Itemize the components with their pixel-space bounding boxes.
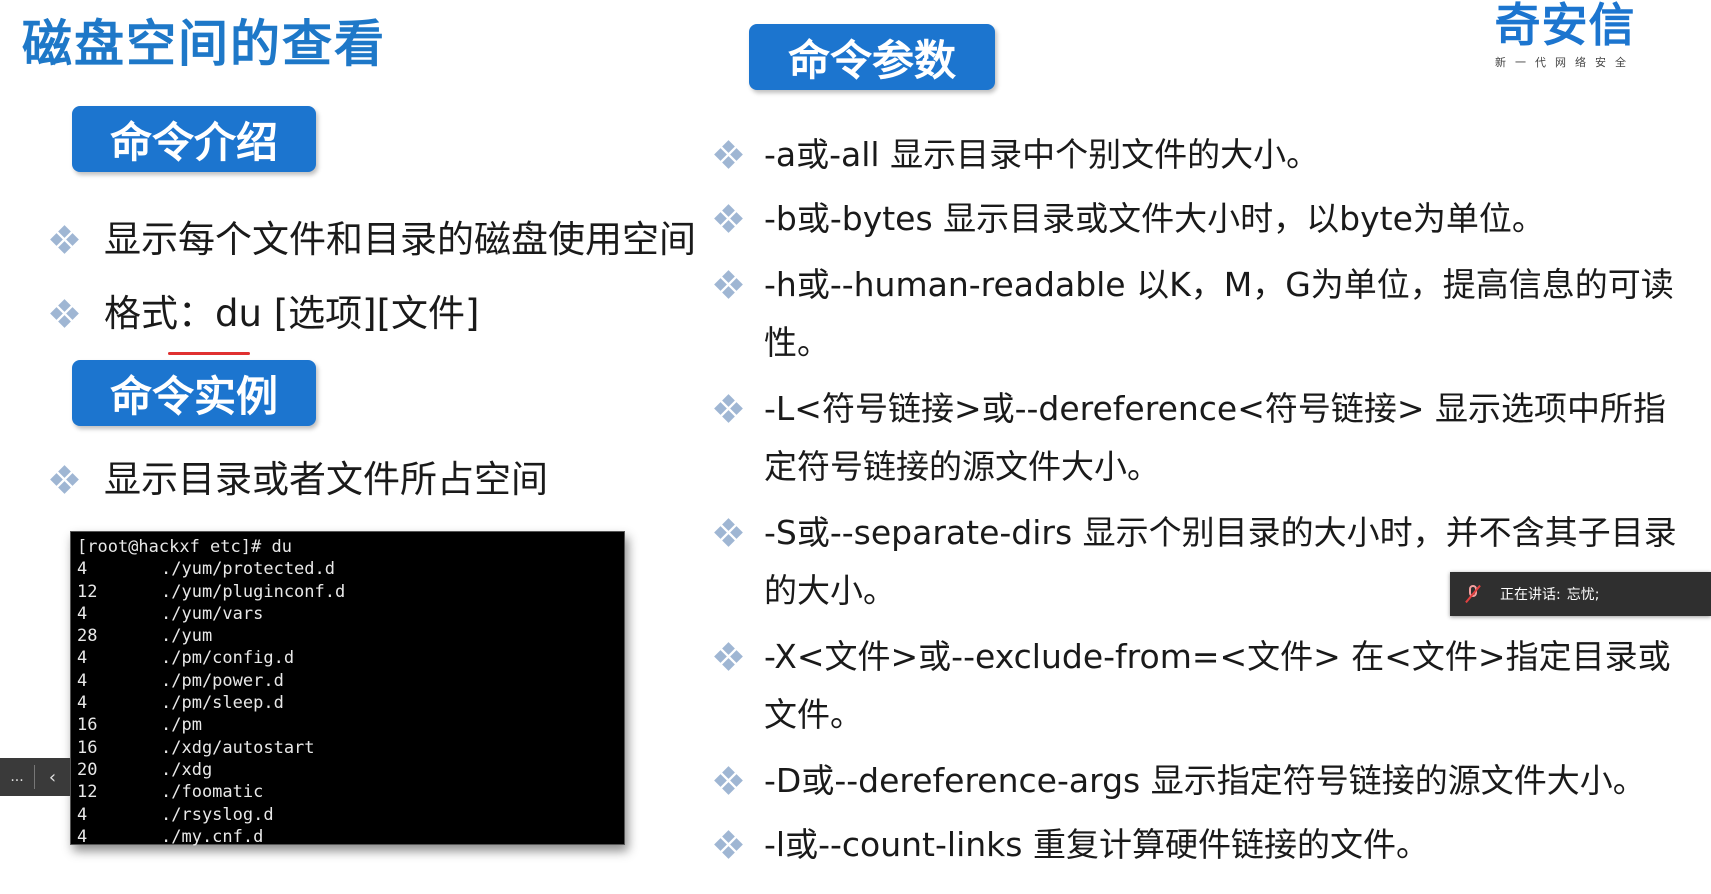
terminal-row: 4 ./pm/sleep.d: [77, 692, 618, 714]
terminal-row: 16 ./pm: [77, 714, 618, 736]
param-bullet-text: -X<文件>或--exclude-from=<文件> 在<文件>指定目录或文件。: [764, 637, 1671, 734]
terminal-prompt: [root@hackxf etc]# du: [77, 537, 292, 557]
page-title: 磁盘空间的查看: [22, 15, 386, 73]
terminal-row-path: ./yum/vars: [161, 603, 264, 624]
param-bullet: -a或-all 显示目录中个别文件的大小。: [714, 126, 1684, 184]
terminal-row-path: ./xdg: [161, 759, 213, 780]
param-bullet-text: -D或--dereference-args 显示指定符号链接的源文件大小。: [764, 761, 1646, 800]
speaking-label: 正在讲话:: [1500, 587, 1561, 603]
terminal-row-size: 16: [77, 715, 98, 736]
section-example-header: 命令实例: [72, 360, 316, 426]
logo-sub-text: 新一代网络安全: [1495, 56, 1635, 69]
terminal-row-size: 12: [77, 782, 98, 803]
terminal-row: 28 ./yum: [77, 625, 618, 647]
bullet-diamond-icon: [50, 225, 79, 254]
bullet-diamond-icon: [50, 299, 79, 328]
slide: 磁盘空间的查看 奇安信 新一代网络安全 命令介绍 显示每个文件和目录的磁盘使用空…: [0, 0, 1711, 894]
terminal-row: 4 ./yum/protected.d: [77, 558, 618, 580]
example-bullet-text: 显示目录或者文件所占空间: [104, 458, 548, 501]
terminal-output: 4 ./yum/protected.d 12 ./yum/pluginconf.d 4.…: [77, 558, 618, 848]
terminal-row-path: ./foomatic: [161, 782, 264, 803]
terminal-row-path: ./yum: [161, 626, 213, 647]
bullet-diamond-icon: [714, 270, 743, 299]
intro-bullet-text: 格式：du [选项][文件]: [104, 292, 480, 335]
speaker-name: 忘忧;: [1566, 587, 1600, 603]
terminal-row-size: 4: [77, 670, 88, 691]
param-bullet: -h或--human-readable 以K，M，G为单位，提高信息的可读性。: [714, 256, 1684, 372]
bullet-diamond-icon: [714, 642, 743, 671]
terminal-row: 12 ./foomatic: [77, 781, 618, 803]
terminal-row-size: 16: [77, 737, 98, 758]
terminal-row-size: 4: [77, 693, 88, 714]
terminal-row-size: 4: [77, 559, 88, 580]
bullet-diamond-icon: [714, 518, 743, 547]
intro-bullet-1: 显示每个文件和目录的磁盘使用空间: [50, 216, 696, 264]
terminal-row: 4 ./pm/config.d: [77, 647, 618, 669]
speaking-indicator: 正在讲话: 忘忧;: [1450, 572, 1711, 616]
terminal-row-size: 12: [77, 581, 98, 602]
chevron-left-icon[interactable]: ‹: [35, 767, 70, 788]
param-bullet-text: -h或--human-readable 以K，M，G为单位，提高信息的可读性。: [764, 265, 1674, 362]
bullet-diamond-icon: [714, 394, 743, 423]
bullet-diamond-icon: [50, 465, 79, 494]
terminal-row: 12 ./yum/pluginconf.d: [77, 581, 618, 603]
terminal-row-path: ./pm/power.d: [161, 670, 284, 691]
section-intro-header: 命令介绍: [72, 106, 316, 172]
param-bullet: -l或--count-links 重复计算硬件链接的文件。: [714, 816, 1684, 874]
bullet-diamond-icon: [714, 204, 743, 233]
red-underline-annotation: [168, 352, 250, 355]
logo-main-text: 奇安信: [1494, 0, 1636, 52]
terminal-row: 4 ./rsyslog.d: [77, 804, 618, 826]
param-bullet-text: -l或--count-links 重复计算硬件链接的文件。: [764, 825, 1429, 864]
bullet-diamond-icon: [714, 140, 743, 169]
muted-microphone-icon: [1464, 584, 1482, 604]
terminal-row-size: 4: [77, 648, 88, 669]
terminal-row: 16 ./xdg/autostart: [77, 737, 618, 759]
param-bullet-text: -b或-bytes 显示目录或文件大小时，以byte为单位。: [764, 199, 1545, 238]
terminal-row-path: ./my.cnf.d: [161, 826, 264, 847]
terminal-row: 20 ./xdg: [77, 759, 618, 781]
param-bullet: -L<符号链接>或--dereference<符号链接> 显示选项中所指定符号链…: [714, 380, 1684, 496]
intro-bullet-2: 格式：du [选项][文件]: [50, 290, 480, 338]
section-params-header: 命令参数: [749, 24, 995, 90]
param-bullet: -b或-bytes 显示目录或文件大小时，以byte为单位。: [714, 190, 1684, 248]
bullet-diamond-icon: [714, 766, 743, 795]
terminal-screenshot: [root@hackxf etc]# du 4 ./yum/protected.d…: [70, 531, 625, 848]
param-bullet-text: -L<符号链接>或--dereference<符号链接> 显示选项中所指定符号链…: [764, 389, 1667, 486]
bullet-diamond-icon: [714, 830, 743, 859]
terminal-row-path: ./rsyslog.d: [161, 804, 274, 825]
param-bullet: -X<文件>或--exclude-from=<文件> 在<文件>指定目录或文件。: [714, 628, 1684, 744]
terminal-row: 4 ./pm/power.d: [77, 670, 618, 692]
intro-bullet-text: 显示每个文件和目录的磁盘使用空间: [104, 218, 696, 261]
more-icon[interactable]: ...: [0, 769, 34, 785]
terminal-row-path: ./pm/sleep.d: [161, 693, 284, 714]
terminal-row-path: ./xdg/autostart: [161, 737, 315, 758]
param-bullet-text: -a或-all 显示目录中个别文件的大小。: [764, 135, 1320, 174]
terminal-row-path: ./pm/config.d: [161, 648, 295, 669]
param-bullet: -D或--dereference-args 显示指定符号链接的源文件大小。: [714, 752, 1684, 810]
terminal-row-size: 28: [77, 626, 98, 647]
terminal-row-size: 20: [77, 759, 98, 780]
slide-nav-control[interactable]: ... ‹: [0, 758, 70, 796]
terminal-row-path: ./yum/protected.d: [161, 559, 335, 580]
example-bullet-1: 显示目录或者文件所占空间: [50, 456, 548, 504]
terminal-row-path: ./yum/pluginconf.d: [161, 581, 346, 602]
terminal-row-size: 4: [77, 804, 88, 825]
qianxin-logo: 奇安信 新一代网络安全: [1485, 0, 1645, 72]
terminal-row-size: 4: [77, 603, 88, 624]
terminal-row: 4 ./yum/vars: [77, 603, 618, 625]
terminal-row-path: ./pm: [161, 715, 202, 736]
terminal-row-size: 4: [77, 826, 88, 847]
terminal-row: 4 ./my.cnf.d: [77, 826, 618, 848]
